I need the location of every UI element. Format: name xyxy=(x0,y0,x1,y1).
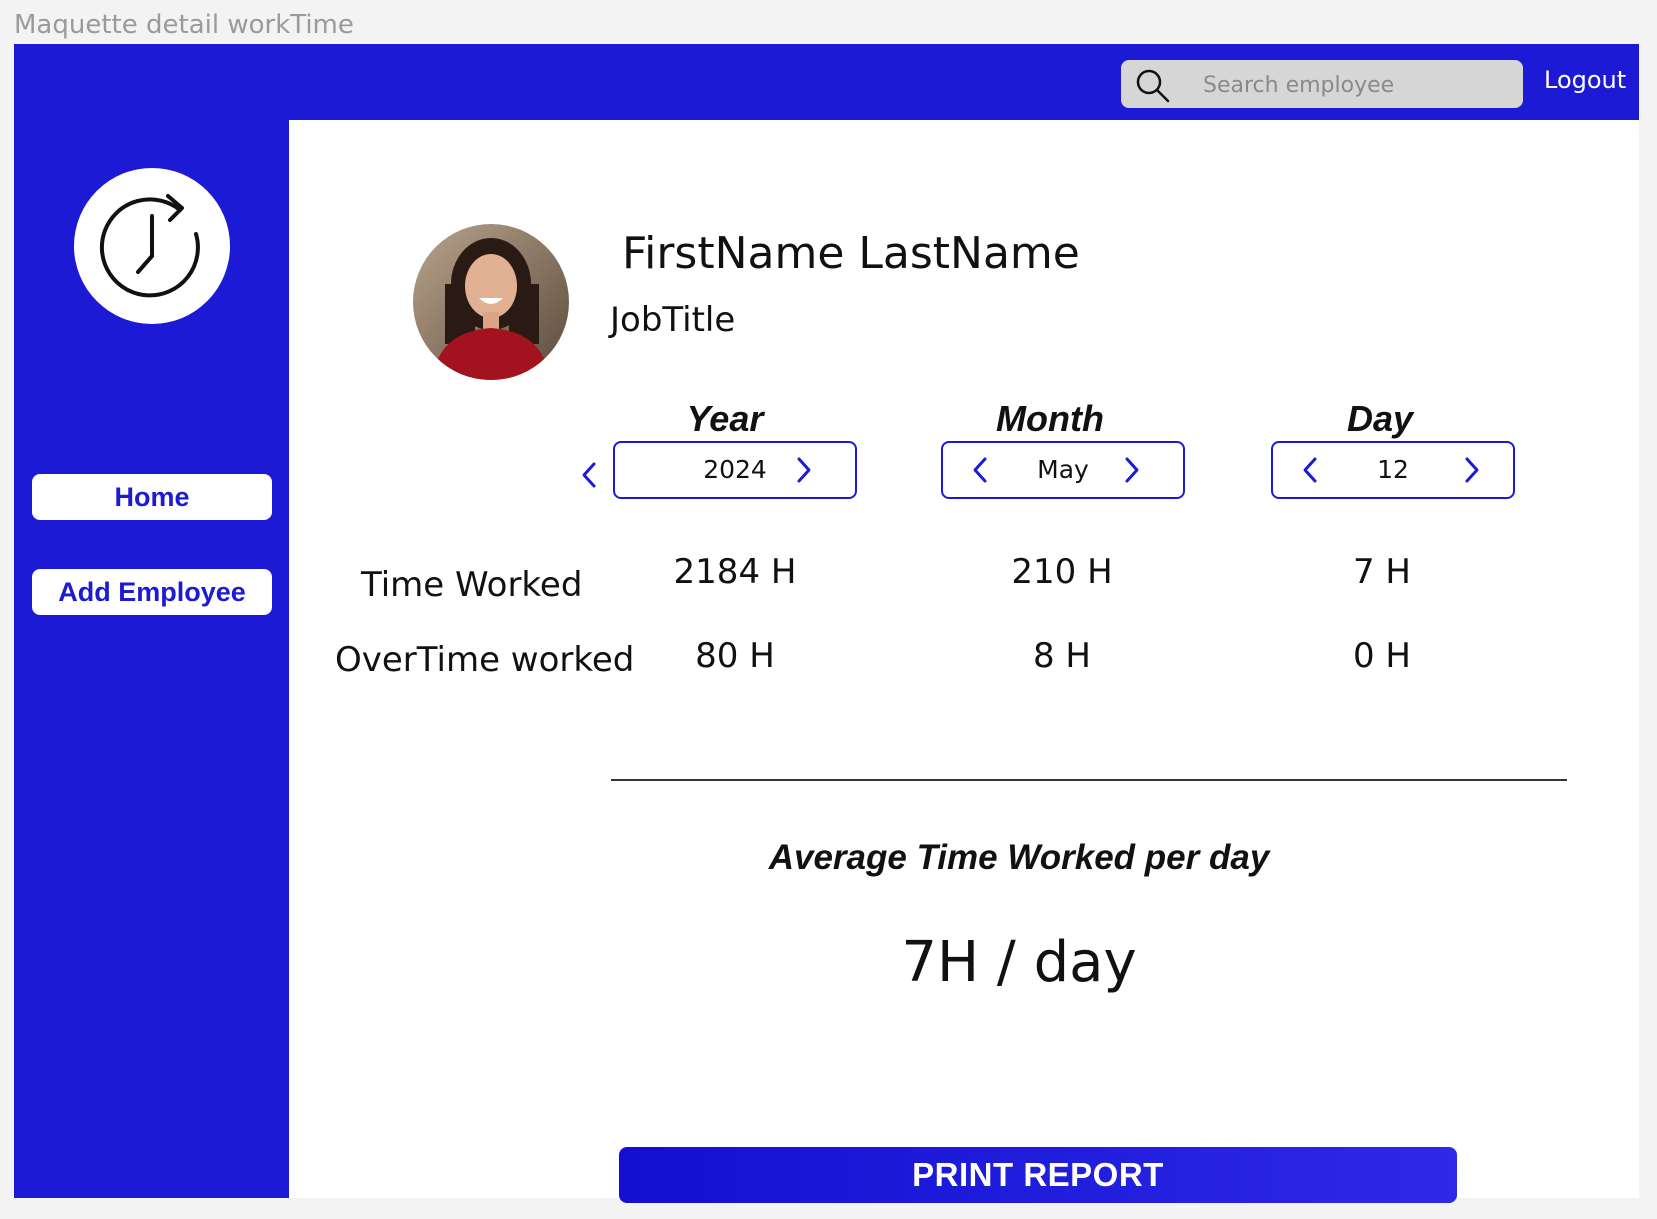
overtime-year: 80 H xyxy=(695,636,775,676)
month-value: May xyxy=(1037,455,1089,484)
clock-refresh-icon xyxy=(99,194,200,298)
avatar xyxy=(413,224,569,380)
job-title: JobTitle xyxy=(610,300,736,340)
year-next-icon[interactable] xyxy=(791,455,815,485)
logout-link[interactable]: Logout xyxy=(1544,66,1626,94)
year-value: 2024 xyxy=(703,455,767,484)
month-next-icon[interactable] xyxy=(1119,455,1143,485)
main-content: FirstName LastName JobTitle Year 2024 Mo… xyxy=(289,120,1639,1203)
app-logo xyxy=(74,168,230,324)
frame-title: Maquette detail workTime xyxy=(14,10,354,40)
sidebar-item-home[interactable]: Home xyxy=(32,474,272,520)
divider xyxy=(611,779,1567,781)
average-title: Average Time Worked per day xyxy=(768,838,1270,877)
app-window: Logout Home Add Employee xyxy=(14,44,1639,1203)
time-worked-year: 2184 H xyxy=(673,552,797,592)
profile-photo xyxy=(413,224,569,380)
day-title: Day xyxy=(1346,398,1414,439)
employee-name: FirstName LastName xyxy=(622,228,1080,279)
overtime-label: OverTime worked xyxy=(335,640,635,680)
day-stepper[interactable]: 12 xyxy=(1271,441,1515,499)
day-next-icon[interactable] xyxy=(1459,455,1483,485)
search-icon[interactable] xyxy=(1133,66,1173,106)
search-input[interactable] xyxy=(1201,66,1505,104)
search-bar[interactable] xyxy=(1121,60,1523,108)
year-title: Year xyxy=(686,398,764,439)
time-worked-month: 210 H xyxy=(1011,552,1113,592)
year-prev-icon[interactable] xyxy=(578,460,602,490)
print-report-button[interactable]: PRINT REPORT xyxy=(619,1147,1457,1203)
average-value: 7H / day xyxy=(901,930,1137,995)
overtime-day: 0 H xyxy=(1352,636,1411,676)
overtime-month: 8 H xyxy=(1032,636,1091,676)
time-worked-label: Time Worked xyxy=(361,565,583,605)
year-stepper[interactable]: 2024 xyxy=(613,441,857,499)
time-worked-day: 7 H xyxy=(1352,552,1411,592)
month-stepper[interactable]: May xyxy=(941,441,1185,499)
sidebar-item-add-employee[interactable]: Add Employee xyxy=(32,569,272,615)
month-title: Month xyxy=(996,398,1104,439)
